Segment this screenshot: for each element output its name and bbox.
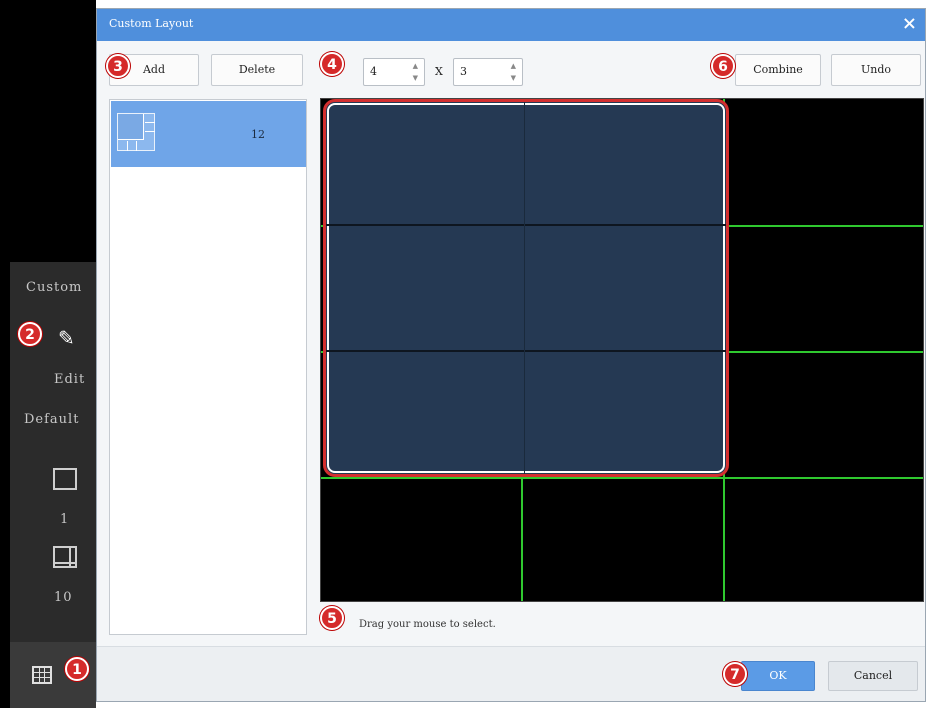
custom-layout-dialog: Custom Layout × Add Delete 4 ▲ ▼ X 3 ▲ ▼… xyxy=(96,8,926,702)
layout-list-item[interactable]: 12 xyxy=(111,101,306,167)
callout-7: 7 xyxy=(723,662,747,686)
delete-button[interactable]: Delete xyxy=(211,54,303,86)
callout-3: 3 xyxy=(106,54,130,78)
close-icon[interactable]: × xyxy=(902,13,917,34)
selected-cells-region[interactable] xyxy=(323,99,729,477)
single-window-layout-icon[interactable] xyxy=(53,468,77,490)
cols-down-arrow-icon[interactable]: ▼ xyxy=(511,74,516,82)
dialog-titlebar[interactable]: Custom Layout × xyxy=(97,9,925,41)
rows-down-arrow-icon[interactable]: ▼ xyxy=(413,74,418,82)
dialog-title: Custom Layout xyxy=(109,17,194,30)
layout-window-count: 12 xyxy=(251,128,265,141)
selection-hint: Drag your mouse to select. xyxy=(359,619,496,630)
pencil-edit-icon[interactable]: ✎ xyxy=(58,326,75,350)
combine-button[interactable]: Combine xyxy=(735,54,821,86)
cols-value: 3 xyxy=(460,65,467,78)
callout-1: 1 xyxy=(65,657,89,681)
callout-4: 4 xyxy=(320,52,344,76)
layout-grid-editor[interactable] xyxy=(320,98,924,602)
layout-10-count: 10 xyxy=(54,590,73,605)
rows-stepper[interactable]: 4 ▲ ▼ xyxy=(363,58,425,86)
combine-button-label: Combine xyxy=(753,63,803,76)
ok-button-label: OK xyxy=(769,669,787,682)
default-label: Default xyxy=(24,412,80,427)
custom-label: Custom xyxy=(26,280,83,295)
callout-6: 6 xyxy=(711,54,735,78)
ten-window-layout-icon[interactable] xyxy=(53,546,77,568)
cols-up-arrow-icon[interactable]: ▲ xyxy=(511,62,516,70)
undo-button[interactable]: Undo xyxy=(831,54,921,86)
background-app-top xyxy=(0,0,96,262)
edit-label[interactable]: Edit xyxy=(54,372,85,387)
undo-button-label: Undo xyxy=(860,63,892,76)
dialog-footer: OK Cancel xyxy=(97,646,925,701)
rows-up-arrow-icon[interactable]: ▲ xyxy=(413,62,418,70)
layout-thumbnail-icon xyxy=(117,113,155,151)
cancel-button-label: Cancel xyxy=(853,669,893,682)
rows-value: 4 xyxy=(370,65,377,78)
add-button-label: Add xyxy=(142,63,166,76)
custom-layout-list[interactable]: 12 xyxy=(109,99,307,635)
delete-button-label: Delete xyxy=(238,63,276,76)
dimension-separator: X xyxy=(435,65,443,78)
ok-button[interactable]: OK xyxy=(741,661,815,691)
layout-side-panel: Custom ✎ Edit Default 1 10 xyxy=(0,262,96,642)
callout-2: 2 xyxy=(18,322,42,346)
grid-line xyxy=(321,477,923,479)
layout-1-count: 1 xyxy=(60,512,70,527)
cancel-button[interactable]: Cancel xyxy=(828,661,918,691)
cols-stepper[interactable]: 3 ▲ ▼ xyxy=(453,58,523,86)
callout-5: 5 xyxy=(320,606,344,630)
grid-layout-icon[interactable] xyxy=(32,666,52,684)
